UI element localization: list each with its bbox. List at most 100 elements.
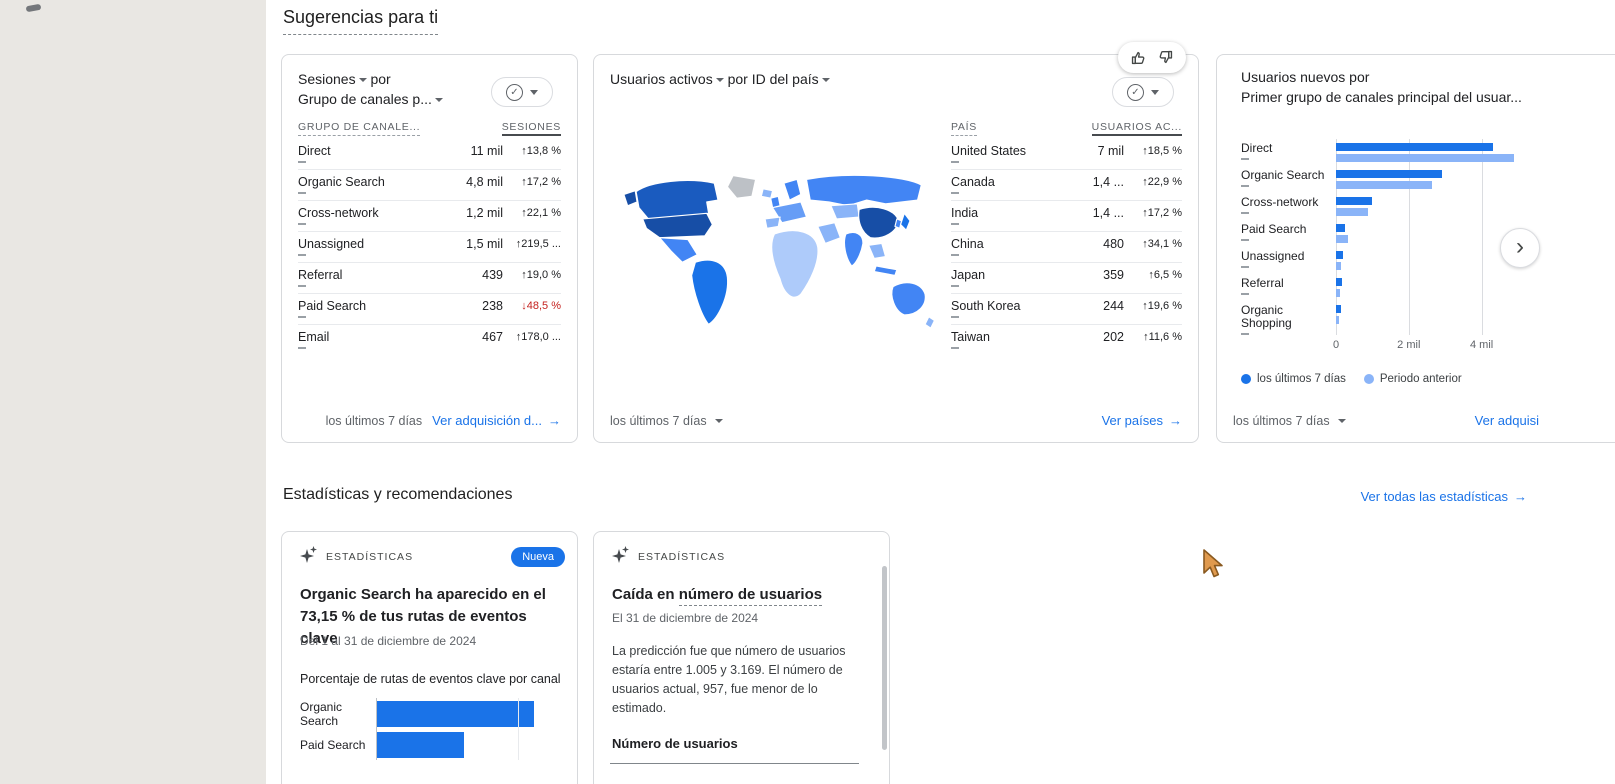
axis-line	[376, 698, 377, 760]
row-label: Paid Search	[298, 299, 367, 313]
check-circle-icon: ✓	[1127, 83, 1144, 101]
bar	[376, 700, 535, 727]
period-label: los últimos 7 días	[325, 413, 423, 428]
table-row[interactable]: India 1,4 ... ↑17,2 %	[951, 201, 1182, 232]
chart-rows: Direct Organic Search Cross-network Paid…	[1241, 139, 1518, 335]
table-row[interactable]: China 480 ↑34,1 %	[951, 232, 1182, 263]
bar-current	[1336, 278, 1342, 286]
row-change: ↑178,0 ...	[515, 331, 561, 343]
table-header: GRUPO DE CANALE... SESIONES	[298, 117, 561, 139]
caret-down-icon	[434, 98, 443, 103]
period-selector[interactable]: los últimos 7 días	[1233, 414, 1346, 428]
dimension-selector[interactable]: Grupo de canales p...	[298, 91, 443, 107]
bar-previous	[1336, 262, 1342, 270]
column-header-dimension[interactable]: PAÍS	[951, 121, 977, 136]
row-label: Canada	[951, 175, 995, 189]
bar-previous	[1336, 154, 1515, 162]
row-label: Organic Search	[298, 175, 385, 189]
caret-down-icon	[715, 78, 724, 83]
table-row[interactable]: Direct 11 mil ↑13,8 %	[298, 139, 561, 170]
row-label: Referral	[298, 268, 343, 282]
table-row[interactable]: Organic Search 4,8 mil ↑17,2 %	[298, 170, 561, 201]
chart-row: Organic Shopping	[1241, 301, 1518, 335]
insight-card-organic-search[interactable]: ESTADÍSTICAS Nueva Organic Search ha apa…	[281, 531, 578, 784]
row-value: 1,2 mil	[466, 206, 503, 220]
metric-selector[interactable]: Usuarios activos	[610, 71, 724, 87]
insight-title: Caída en número de usuarios	[612, 584, 873, 606]
title-line1: Usuarios nuevos por	[1241, 69, 1370, 85]
caret-down-icon	[1337, 418, 1346, 423]
insight-bar-chart: Organic Search Paid Search	[300, 698, 560, 760]
thumb-down-icon[interactable]	[1157, 49, 1174, 66]
row-change: ↓48,5 %	[521, 300, 561, 312]
row-label: South Korea	[951, 299, 1021, 313]
insight-status-button[interactable]: ✓	[1112, 77, 1174, 107]
row-label: United States	[951, 144, 1027, 158]
table-row[interactable]: Referral 439 ↑19,0 %	[298, 263, 561, 294]
table-row[interactable]: Taiwan 202 ↑11,6 %	[951, 325, 1182, 356]
column-header-metric[interactable]: SESIONES	[501, 121, 561, 136]
world-choropleth-map[interactable]	[622, 155, 942, 360]
view-acquisition-link[interactable]: Ver adquisi	[1475, 413, 1539, 428]
category-label: Paid Search	[300, 737, 366, 752]
chart-axis-line	[610, 763, 859, 764]
insight-metric-label: Número de usuarios	[612, 736, 738, 751]
chart-row: Unassigned	[1241, 247, 1518, 274]
table-row[interactable]: South Korea 244 ↑19,6 %	[951, 294, 1182, 325]
column-header-metric[interactable]: USUARIOS AC...	[1091, 121, 1182, 136]
countries-table: PAÍS USUARIOS AC... United States 7 mil ↑1…	[951, 117, 1182, 356]
chart-row: Organic Search	[1241, 166, 1518, 193]
row-value: 1,4 ...	[1092, 175, 1124, 189]
row-value: 4,8 mil	[466, 175, 503, 189]
card-footer: los últimos 7 días Ver adquisi	[1233, 413, 1539, 428]
view-countries-link[interactable]: Ver países →	[1102, 413, 1182, 428]
table-row[interactable]: United States 7 mil ↑18,5 %	[951, 139, 1182, 170]
insight-eyebrow: ESTADÍSTICAS	[326, 551, 414, 563]
dimension-selector[interactable]: ID del país	[752, 71, 830, 87]
insight-status-button[interactable]: ✓	[491, 77, 553, 107]
trend-dash	[951, 254, 959, 256]
legend-item-current: los últimos 7 días	[1241, 373, 1346, 385]
table-row[interactable]: Unassigned 1,5 mil ↑219,5 ...	[298, 232, 561, 263]
row-label: Cross-network	[298, 206, 379, 220]
table-row[interactable]: Cross-network 1,2 mil ↑22,1 %	[298, 201, 561, 232]
trend-dash	[1241, 212, 1249, 214]
carousel-next-button[interactable]: ›	[1500, 228, 1540, 268]
row-value: 480	[1103, 237, 1124, 251]
thumb-up-icon[interactable]	[1130, 49, 1147, 66]
caret-down-icon	[1151, 89, 1159, 95]
trend-dash	[298, 316, 306, 318]
trend-dash	[1241, 158, 1249, 160]
period-selector[interactable]: los últimos 7 días	[610, 414, 723, 428]
view-all-insights-link[interactable]: Ver todas las estadísticas →	[1361, 489, 1527, 504]
insight-date: Del 1 al 31 de diciembre de 2024	[300, 634, 477, 648]
gridline	[518, 698, 519, 760]
suggestions-heading: Sugerencias para ti	[283, 7, 439, 35]
table-row[interactable]: Paid Search 238 ↓48,5 %	[298, 294, 561, 325]
table-row[interactable]: Japan 359 ↑6,5 %	[951, 263, 1182, 294]
x-tick: 4 mil	[1469, 339, 1494, 351]
table-row[interactable]: Canada 1,4 ... ↑22,9 %	[951, 170, 1182, 201]
row-label: Email	[298, 330, 330, 344]
table-header: PAÍS USUARIOS AC...	[951, 117, 1182, 139]
row-change: ↑19,6 %	[1142, 300, 1182, 312]
chart-row: Paid Search	[1241, 220, 1518, 247]
row-change: ↑22,9 %	[1142, 176, 1182, 188]
card-title: Usuarios activos por ID del país	[610, 69, 830, 89]
view-acquisition-link[interactable]: Ver adquisición d... →	[432, 413, 561, 428]
card-scrollbar[interactable]	[882, 566, 887, 750]
table-row[interactable]: Email 467 ↑178,0 ...	[298, 325, 561, 356]
title-term: número de usuarios	[678, 586, 823, 606]
chart-row: Organic Search	[300, 698, 560, 729]
row-value: 7 mil	[1097, 144, 1124, 158]
category-label: Organic Search	[300, 699, 343, 728]
trend-dash	[1241, 266, 1249, 268]
column-header-dimension[interactable]: GRUPO DE CANALE...	[298, 121, 421, 136]
row-label: India	[951, 206, 979, 220]
arrow-right-icon: →	[548, 413, 561, 428]
row-change: ↑17,2 %	[1142, 207, 1182, 219]
insight-card-user-drop[interactable]: ESTADÍSTICAS Caída en número de usuarios…	[593, 531, 890, 784]
metric-selector[interactable]: Sesiones	[298, 71, 367, 87]
row-change: ↑219,5 ...	[515, 238, 561, 250]
metric-label: Sesiones	[298, 71, 356, 87]
